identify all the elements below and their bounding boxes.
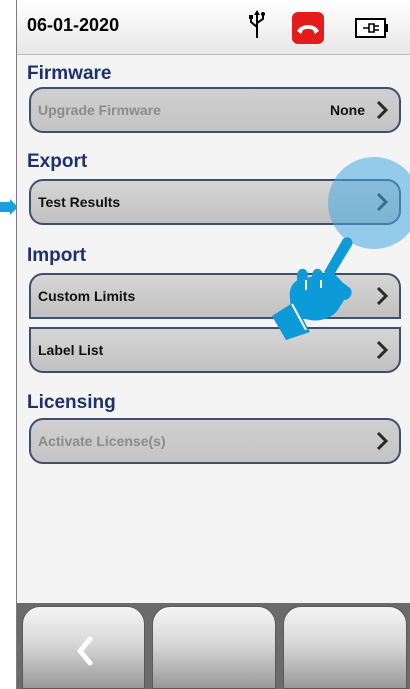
section-title-import: Import [27, 245, 87, 266]
activate-license-row[interactable]: Activate License(s) [29, 418, 401, 464]
upgrade-firmware-label: Upgrade Firmware [38, 102, 161, 118]
hang-up-icon [297, 25, 319, 34]
label-list-label: Label List [38, 342, 104, 358]
chevron-right-icon [376, 286, 389, 306]
firmware-value: None [330, 102, 365, 118]
device-screen: 06-01-2020 Firmware Upgrade Firmware Non… [16, 0, 410, 689]
back-icon [77, 636, 93, 666]
status-bar: 06-01-2020 [17, 0, 410, 55]
activate-license-label: Activate License(s) [38, 433, 166, 449]
back-button[interactable] [22, 606, 145, 689]
section-title-export: Export [27, 151, 88, 172]
custom-limits-label: Custom Limits [38, 288, 136, 304]
status-date: 06-01-2020 [27, 15, 120, 35]
softkey-bar [17, 603, 410, 689]
chevron-right-icon [376, 340, 389, 360]
section-title-licensing: Licensing [27, 392, 116, 413]
usb-icon [249, 10, 265, 38]
pointing-hand-icon [272, 237, 353, 340]
softkey-right[interactable] [283, 606, 407, 689]
hang-up-button[interactable] [292, 12, 324, 44]
test-results-label: Test Results [38, 194, 121, 210]
battery-power-icon [355, 18, 388, 38]
softkey-middle[interactable] [152, 606, 276, 689]
upgrade-firmware-row[interactable]: Upgrade Firmware None [29, 87, 401, 133]
section-title-firmware: Firmware [27, 63, 112, 84]
chevron-right-icon [376, 100, 389, 120]
chevron-right-icon [376, 431, 389, 451]
